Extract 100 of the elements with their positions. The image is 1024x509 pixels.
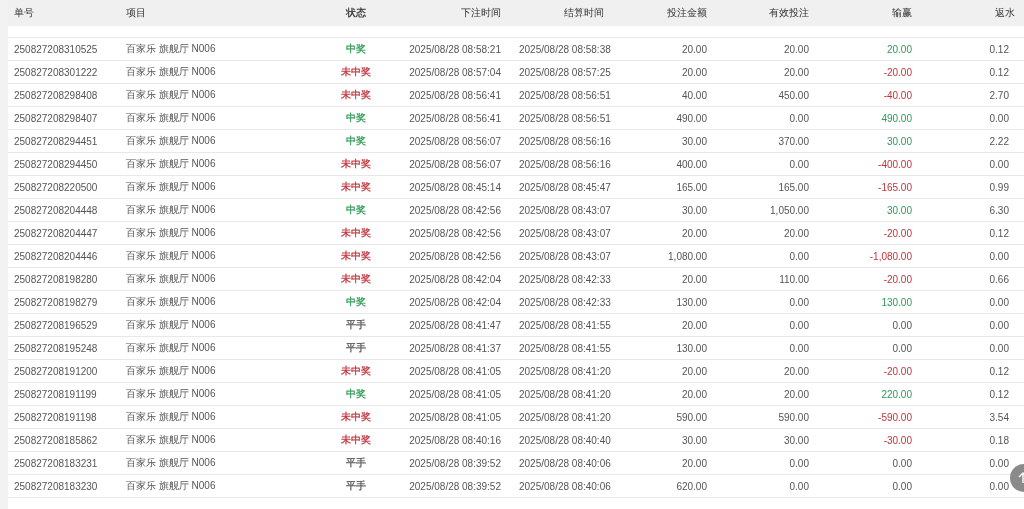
- valid-bet-cell-text: 0.00: [788, 480, 810, 492]
- win-loss-cell-text: -20.00: [882, 227, 913, 239]
- order-number-cell-text: 250827208204446: [13, 250, 99, 262]
- rebate-cell-text: 0.00: [988, 158, 1010, 170]
- rebate-cell-text: 0.00: [988, 296, 1010, 308]
- rebate-cell-text: 0.00: [988, 457, 1010, 469]
- valid-bet-cell-text: 0.00: [788, 158, 810, 170]
- rebate-cell-text: 0.00: [988, 319, 1010, 331]
- valid-bet-cell-text: 0.00: [788, 112, 810, 124]
- bet-amount-cell-text: 20.00: [680, 273, 708, 285]
- game-cell-text: 百家乐 旗舰厅 N006: [125, 134, 217, 148]
- order-number-cell-text: 250827208301222: [13, 66, 99, 78]
- win-loss-cell-text: 0.00: [891, 457, 913, 469]
- bet-amount-cell-text: 40.00: [680, 89, 708, 101]
- game-cell-text: 百家乐 旗舰厅 N006: [125, 456, 217, 470]
- bet-time-cell-text: 2025/08/28 08:42:56: [408, 250, 502, 262]
- win-loss-cell-text: -590.00: [877, 411, 913, 423]
- rebate-cell-text: 3.54: [988, 411, 1010, 423]
- valid-bet-cell-text: 20.00: [782, 388, 810, 400]
- bet-amount-cell-text: 20.00: [680, 66, 708, 78]
- valid-bet-cell-text: 0.00: [788, 296, 810, 308]
- settle-time-cell-text: 2025/08/28 08:40:06: [518, 480, 612, 492]
- bet-time-cell-text: 2025/08/28 08:42:04: [408, 296, 502, 308]
- game-cell-text: 百家乐 旗舰厅 N006: [125, 180, 217, 194]
- rebate-cell-text: 2.22: [988, 135, 1010, 147]
- settle-time-cell-text: 2025/08/28 08:40:06: [518, 457, 612, 469]
- rebate-cell-text: 6.30: [988, 204, 1010, 216]
- rebate-cell-text: 0.00: [988, 342, 1010, 354]
- bet-time-cell-text: 2025/08/28 08:56:07: [408, 158, 502, 170]
- win-loss-cell-text: -20.00: [882, 365, 913, 377]
- bet-time-cell-text: 2025/08/28 08:42:56: [408, 227, 502, 239]
- bet-time-cell-text: 2025/08/28 08:56:07: [408, 135, 502, 147]
- column-header: 返水: [994, 6, 1016, 20]
- status-cell-text: 未中奖: [340, 433, 372, 447]
- column-header: 结算时间: [563, 6, 605, 20]
- game-cell-text: 百家乐 旗舰厅 N006: [125, 410, 217, 424]
- valid-bet-cell-text: 0.00: [788, 342, 810, 354]
- bet-amount-cell-text: 1,080.00: [667, 250, 708, 262]
- win-loss-cell-text: 220.00: [880, 388, 913, 400]
- bet-time-cell-text: 2025/08/28 08:39:52: [408, 480, 502, 492]
- settle-time-cell-text: 2025/08/28 08:56:51: [518, 89, 612, 101]
- order-number-cell-text: 250827208310525: [13, 43, 99, 55]
- game-cell-text: 百家乐 旗舰厅 N006: [125, 364, 217, 378]
- win-loss-cell-text: 0.00: [891, 480, 913, 492]
- bet-amount-cell-text: 30.00: [680, 204, 708, 216]
- game-cell-text: 百家乐 旗舰厅 N006: [125, 295, 217, 309]
- valid-bet-cell-text: 20.00: [782, 66, 810, 78]
- valid-bet-cell-text: 0.00: [788, 457, 810, 469]
- bet-amount-cell-text: 20.00: [680, 319, 708, 331]
- bet-amount-cell-text: 30.00: [680, 135, 708, 147]
- game-cell-text: 百家乐 旗舰厅 N006: [125, 226, 217, 240]
- bet-time-cell-text: 2025/08/28 08:45:14: [408, 181, 502, 193]
- status-cell-text: 未中奖: [340, 157, 372, 171]
- game-cell-text: 百家乐 旗舰厅 N006: [125, 479, 217, 493]
- settle-time-cell-text: 2025/08/28 08:56:16: [518, 158, 612, 170]
- status-cell-text: 平手: [345, 318, 367, 332]
- bet-time-cell-text: 2025/08/28 08:41:37: [408, 342, 502, 354]
- status-cell-text: 中奖: [345, 295, 367, 309]
- status-cell-text: 未中奖: [340, 364, 372, 378]
- game-cell-text: 百家乐 旗舰厅 N006: [125, 203, 217, 217]
- status-cell-text: 中奖: [345, 387, 367, 401]
- win-loss-cell-text: 20.00: [885, 43, 913, 55]
- order-number-cell-text: 250827208183231: [13, 457, 99, 469]
- valid-bet-cell-text: 1,050.00: [769, 204, 810, 216]
- bet-time-cell-text: 2025/08/28 08:41:47: [408, 319, 502, 331]
- order-number-cell-text: 250827208298408: [13, 89, 99, 101]
- valid-bet-cell-text: 20.00: [782, 43, 810, 55]
- bet-amount-cell-text: 165.00: [675, 181, 708, 193]
- win-loss-cell-text: -165.00: [877, 181, 913, 193]
- valid-bet-cell-text: 30.00: [782, 434, 810, 446]
- settle-time-cell-text: 2025/08/28 08:56:16: [518, 135, 612, 147]
- bet-time-cell-text: 2025/08/28 08:42:04: [408, 273, 502, 285]
- status-cell-text: 中奖: [345, 42, 367, 56]
- status-cell-text: 中奖: [345, 134, 367, 148]
- settle-time-cell-text: 2025/08/28 08:41:55: [518, 319, 612, 331]
- bet-time-cell-text: 2025/08/28 08:41:05: [408, 411, 502, 423]
- game-cell-text: 百家乐 旗舰厅 N006: [125, 111, 217, 125]
- status-cell-text: 未中奖: [340, 226, 372, 240]
- rebate-cell-text: 0.18: [988, 434, 1010, 446]
- bet-time-cell-text: 2025/08/28 08:56:41: [408, 112, 502, 124]
- order-number-cell-text: 250827208191200: [13, 365, 99, 377]
- status-cell-text: 中奖: [345, 203, 367, 217]
- win-loss-cell-text: 0.00: [891, 342, 913, 354]
- game-cell-text: 百家乐 旗舰厅 N006: [125, 341, 217, 355]
- status-cell-text: 中奖: [345, 111, 367, 125]
- valid-bet-cell-text: 165.00: [777, 181, 810, 193]
- bet-amount-cell-text: 20.00: [680, 365, 708, 377]
- valid-bet-cell-text: 20.00: [782, 365, 810, 377]
- order-number-cell-text: 250827208185862: [13, 434, 99, 446]
- rebate-cell-text: 0.12: [988, 388, 1010, 400]
- settle-time-cell-text: 2025/08/28 08:43:07: [518, 250, 612, 262]
- rebate-cell-text: 0.00: [988, 480, 1010, 492]
- order-number-cell-text: 250827208298407: [13, 112, 99, 124]
- order-number-cell-text: 250827208198280: [13, 273, 99, 285]
- valid-bet-cell-text: 20.00: [782, 227, 810, 239]
- win-loss-cell-text: 0.00: [891, 319, 913, 331]
- settle-time-cell-text: 2025/08/28 08:43:07: [518, 227, 612, 239]
- game-cell-text: 百家乐 旗舰厅 N006: [125, 249, 217, 263]
- order-number-cell-text: 250827208191199: [13, 388, 98, 400]
- settle-time-cell-text: 2025/08/28 08:40:40: [518, 434, 612, 446]
